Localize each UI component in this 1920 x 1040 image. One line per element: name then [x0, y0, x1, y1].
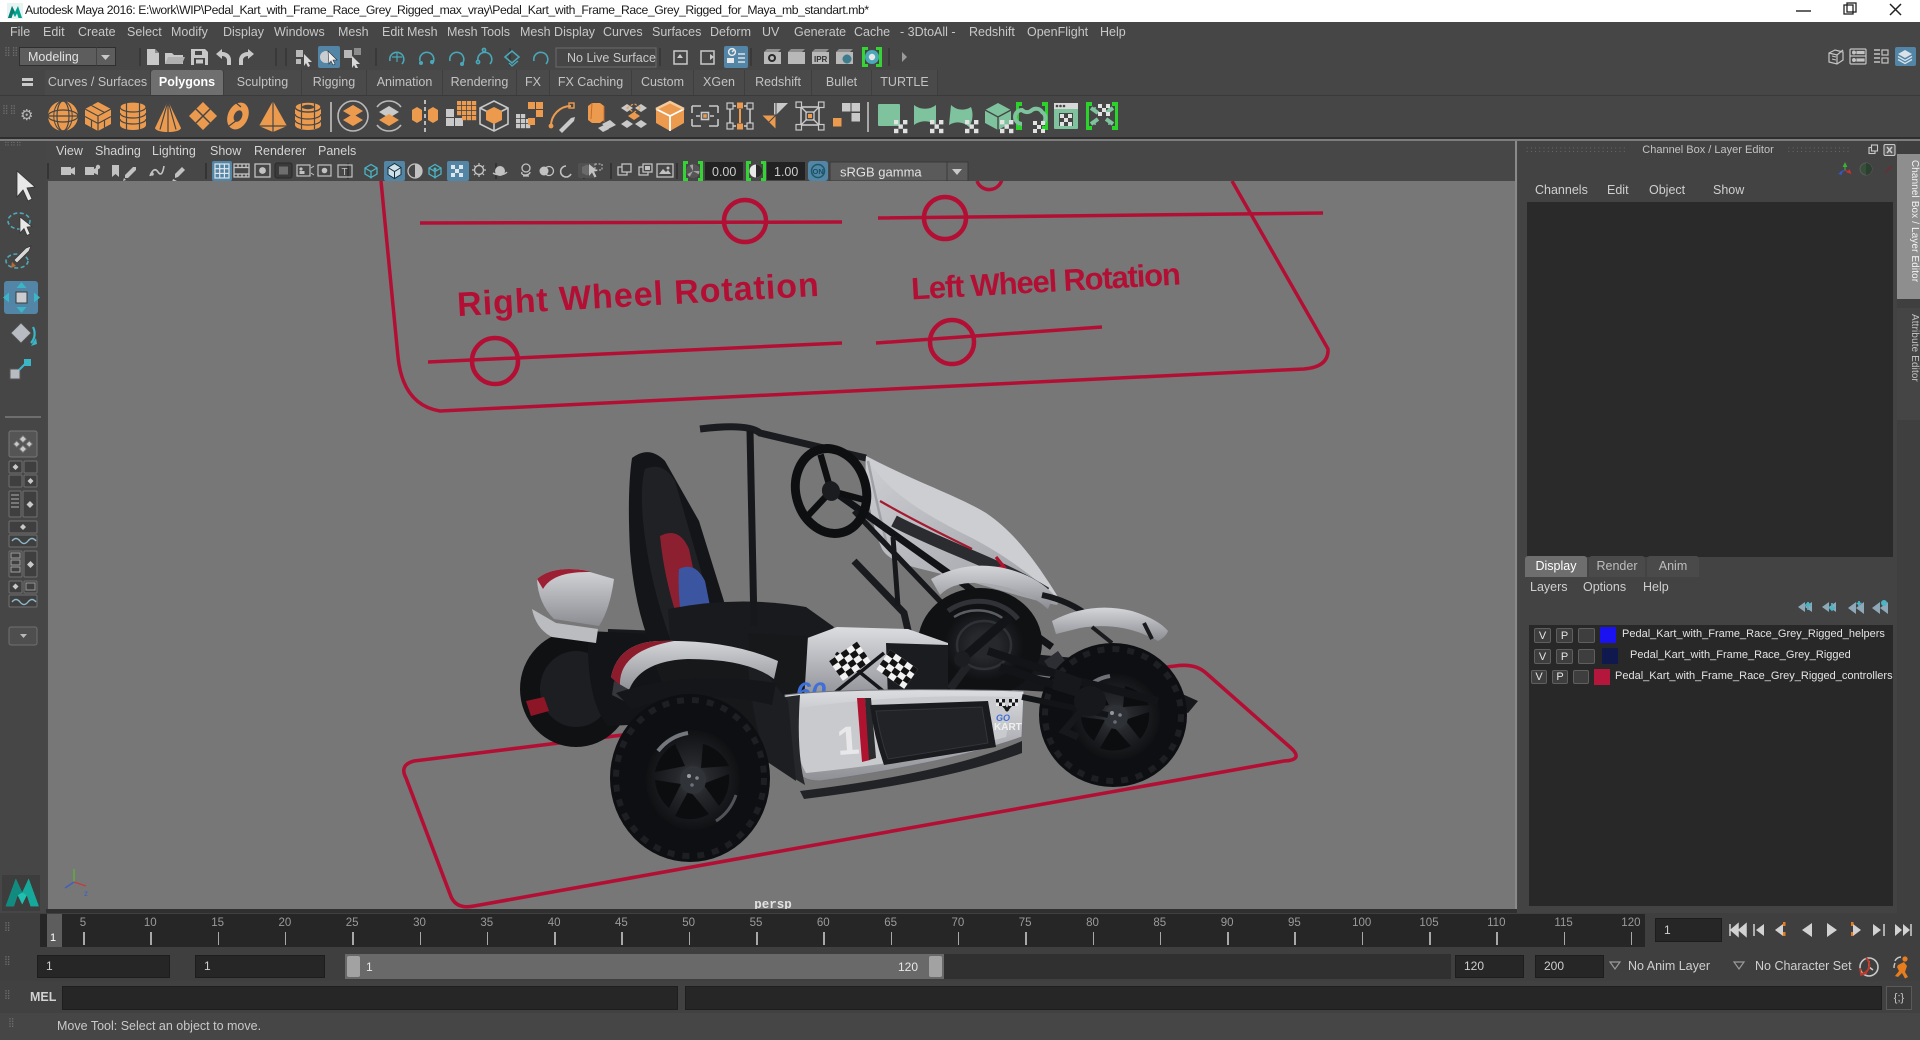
svg-text:Left Wheel Rotation: Left Wheel Rotation	[910, 256, 1182, 306]
svg-text:1.00: 1.00	[774, 165, 798, 179]
svg-text:IPR: IPR	[814, 55, 828, 64]
svg-text:sRGB gamma: sRGB gamma	[840, 165, 922, 180]
svg-text:ON: ON	[813, 167, 824, 176]
svg-text:No Live Surface: No Live Surface	[567, 51, 656, 65]
svg-text:1: 1	[836, 719, 861, 764]
svg-text:z: z	[84, 889, 88, 898]
svg-text:T: T	[342, 167, 348, 178]
svg-text:Right Wheel Rotation: Right Wheel Rotation	[456, 266, 820, 324]
svg-text:0.00: 0.00	[712, 165, 736, 179]
svg-text:KART: KART	[994, 722, 1022, 733]
